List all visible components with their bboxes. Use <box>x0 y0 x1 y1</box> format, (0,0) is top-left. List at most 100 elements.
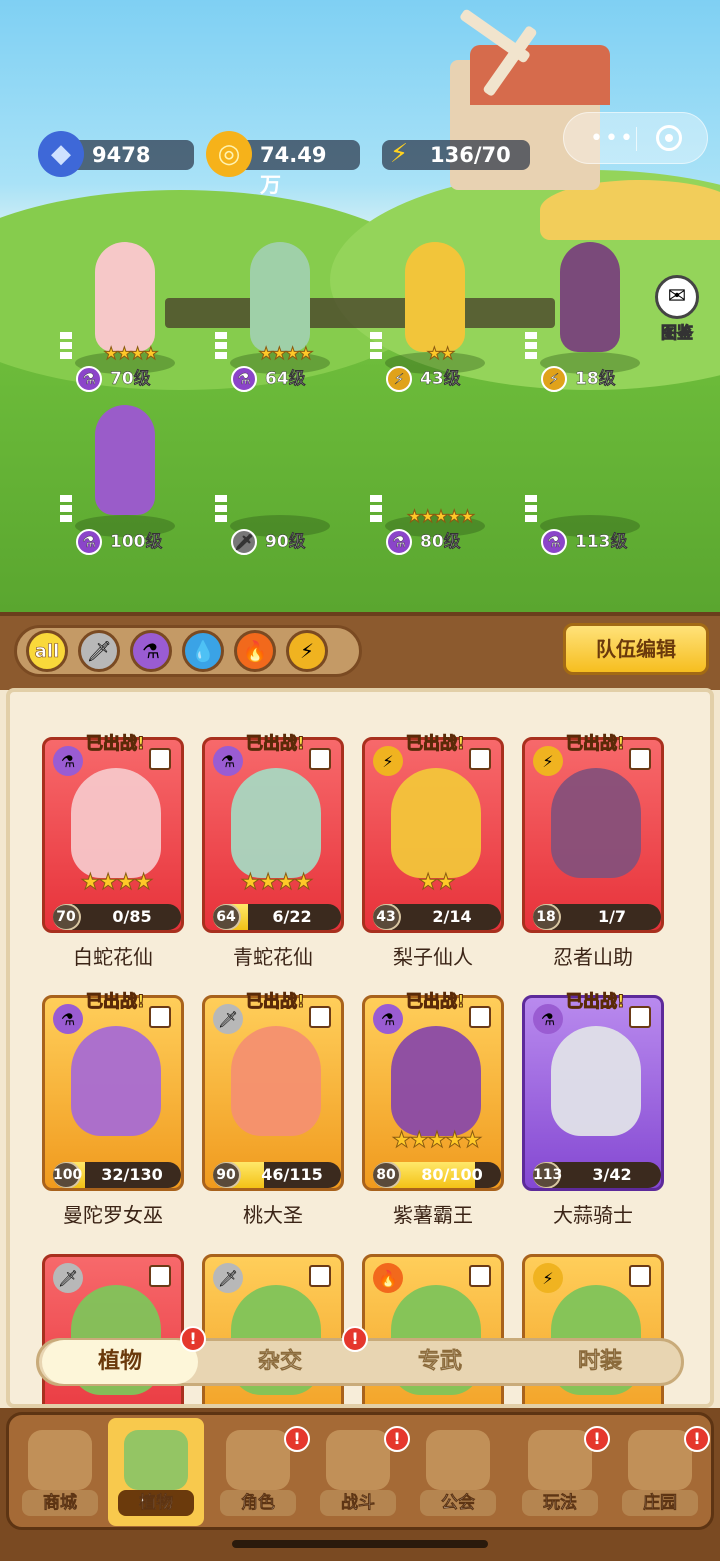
card-stars: ★★★★★ <box>391 1128 483 1154</box>
character-icon <box>226 1430 290 1490</box>
filter-lightning-icon[interactable]: ⚡ <box>286 630 328 672</box>
alert-badge: ! <box>384 1426 410 1452</box>
formation-grid-icon <box>149 748 171 770</box>
lineup-slot[interactable]: ★★★★ ⚗ 70级 <box>60 232 180 392</box>
fragment-progress-bar: 90 46/115 <box>213 1162 341 1188</box>
potion-icon: ⚗ <box>541 529 567 555</box>
plant-card[interactable]: ⚗ ★★★★ 70 0/85 已出战! 白蛇花仙 <box>42 734 184 969</box>
potion-icon: ⚗ <box>76 366 102 392</box>
plant-card[interactable]: ⚗ ★★★★★ 80 80/100 已出战! 紫薯霸王 <box>362 992 504 1227</box>
lineup-slot[interactable]: 🗡 90级 <box>215 395 335 555</box>
nav-shop[interactable]: 商城 <box>12 1418 108 1526</box>
coin-icon: ◎ <box>206 131 252 177</box>
formation-grid-icon <box>370 495 382 523</box>
battle-icon <box>326 1430 390 1490</box>
deployed-tag: 已出战! <box>86 992 146 1013</box>
plant-name: 忍者山助 <box>553 945 633 969</box>
nav-plants[interactable]: 植物 <box>108 1418 204 1526</box>
filter-potion-icon[interactable]: ⚗ <box>130 630 172 672</box>
slot-level: 🗡 90级 <box>231 529 331 555</box>
tab-costume[interactable]: 时装 <box>522 1340 678 1384</box>
fragment-progress-bar: 70 0/85 <box>53 904 181 930</box>
slot-stars: ★★★★ <box>258 344 314 365</box>
formation-grid-icon <box>60 495 72 523</box>
formation-grid-icon <box>309 1006 331 1028</box>
nav-label: 玩法 <box>522 1490 598 1516</box>
formation-grid-icon <box>215 332 227 360</box>
plant-figure <box>250 242 310 352</box>
more-icon[interactable]: ••• <box>590 126 635 151</box>
fragment-count: 2/14 <box>432 907 472 926</box>
gameplay-icon <box>528 1430 592 1490</box>
filter-sword-icon[interactable]: 🗡 <box>78 630 120 672</box>
plant-figure <box>405 242 465 352</box>
fragment-count: 80/100 <box>421 1165 483 1184</box>
slot-level-text: 43级 <box>420 369 461 389</box>
plant-portrait <box>391 1026 481 1136</box>
sword-icon: 🗡 <box>213 1263 243 1293</box>
plant-portrait <box>231 1026 321 1136</box>
deployed-tag: 已出战! <box>566 992 626 1013</box>
plant-portrait <box>551 1026 641 1136</box>
plant-name: 梨子仙人 <box>393 945 473 969</box>
plant-card[interactable]: ⚗ 100 32/130 已出战! 曼陀罗女巫 <box>42 992 184 1227</box>
lineup-slot[interactable]: ⚡ 18级 <box>525 232 645 392</box>
tab-hybrid[interactable]: 杂交 <box>202 1340 358 1384</box>
nav-label: 角色 <box>220 1490 296 1516</box>
slot-level-text: 90级 <box>265 532 306 552</box>
slot-level-text: 64级 <box>265 369 306 389</box>
close-target-icon[interactable] <box>656 125 682 151</box>
nav-label: 庄园 <box>622 1490 698 1516</box>
atlas-button[interactable]: ✉ 图鉴 <box>650 275 704 343</box>
fragment-count: 1/7 <box>597 907 627 926</box>
nav-label: 公会 <box>420 1490 496 1516</box>
coin-counter[interactable]: ◎ 74.49万 <box>206 131 360 197</box>
plant-card[interactable]: ⚗ 113 3/42 已出战! 大蒜骑士 <box>522 992 664 1227</box>
potion-icon: ⚗ <box>53 1004 83 1034</box>
potion-icon: ⚗ <box>213 746 243 776</box>
card-level: 18 <box>533 904 561 930</box>
formation-grid-icon <box>370 332 382 360</box>
plant-card[interactable]: ⚡ ★★ 43 2/14 已出战! 梨子仙人 <box>362 734 504 969</box>
tab-plants[interactable]: 植物 <box>42 1340 198 1384</box>
potion-icon: ⚗ <box>231 366 257 392</box>
team-edit-button[interactable]: 队伍编辑 <box>563 623 709 675</box>
fragment-progress-bar: 80 80/100 <box>373 1162 501 1188</box>
lineup-slot[interactable]: ⚗ 113级 <box>525 395 645 555</box>
diamond-icon: ◆ <box>38 131 84 177</box>
formation-grid-icon <box>629 1006 651 1028</box>
gem-value: 9478 <box>92 143 151 167</box>
filter-fire-icon[interactable]: 🔥 <box>234 630 276 672</box>
home-indicator <box>232 1540 488 1548</box>
card-frame: ⚗ ★★★★ 70 0/85 <box>42 737 184 933</box>
filter-water-icon[interactable]: 💧 <box>182 630 224 672</box>
plant-card[interactable]: ⚗ ★★★★ 64 6/22 已出战! 青蛇花仙 <box>202 734 344 969</box>
plant-card[interactable]: ⚡ 18 1/7 已出战! 忍者山助 <box>522 734 664 969</box>
tab-exclusive-weapon[interactable]: 专武 <box>362 1340 518 1384</box>
lineup-slot[interactable]: ⚗ 100级 <box>60 395 180 555</box>
deployed-tag: 已出战! <box>406 992 466 1013</box>
lineup-slot[interactable]: ★★★★★ ⚗ 80级 <box>370 395 490 555</box>
plant-card[interactable]: 🗡 90 46/115 已出战! 桃大圣 <box>202 992 344 1227</box>
fragment-count: 0/85 <box>112 907 152 926</box>
gem-counter[interactable]: ◆ 9478 <box>38 131 194 177</box>
energy-counter[interactable]: ⚡ 136/70 <box>382 139 530 170</box>
fragment-count: 32/130 <box>101 1165 163 1184</box>
lineup-slot[interactable]: ★★ ⚡ 43级 <box>370 232 490 392</box>
nav-label: 战斗 <box>320 1490 396 1516</box>
potion-icon: ⚗ <box>76 529 102 555</box>
fragment-count: 6/22 <box>272 907 312 926</box>
plant-portrait <box>551 768 641 878</box>
plant-portrait <box>71 1026 161 1136</box>
slot-level: ⚗ 80级 <box>386 529 486 555</box>
formation-grid-icon <box>309 748 331 770</box>
formation-grid-icon <box>525 332 537 360</box>
formation-grid-icon <box>309 1265 331 1287</box>
card-level: 113 <box>533 1162 562 1188</box>
nav-guild[interactable]: 公会 <box>410 1418 506 1526</box>
card-level: 80 <box>373 1162 401 1188</box>
fragment-progress-bar: 64 6/22 <box>213 904 341 930</box>
lineup-slot[interactable]: ★★★★ ⚗ 64级 <box>215 232 335 392</box>
slot-stars: ★★★★ <box>103 344 159 365</box>
filter-all[interactable]: all <box>26 630 68 672</box>
